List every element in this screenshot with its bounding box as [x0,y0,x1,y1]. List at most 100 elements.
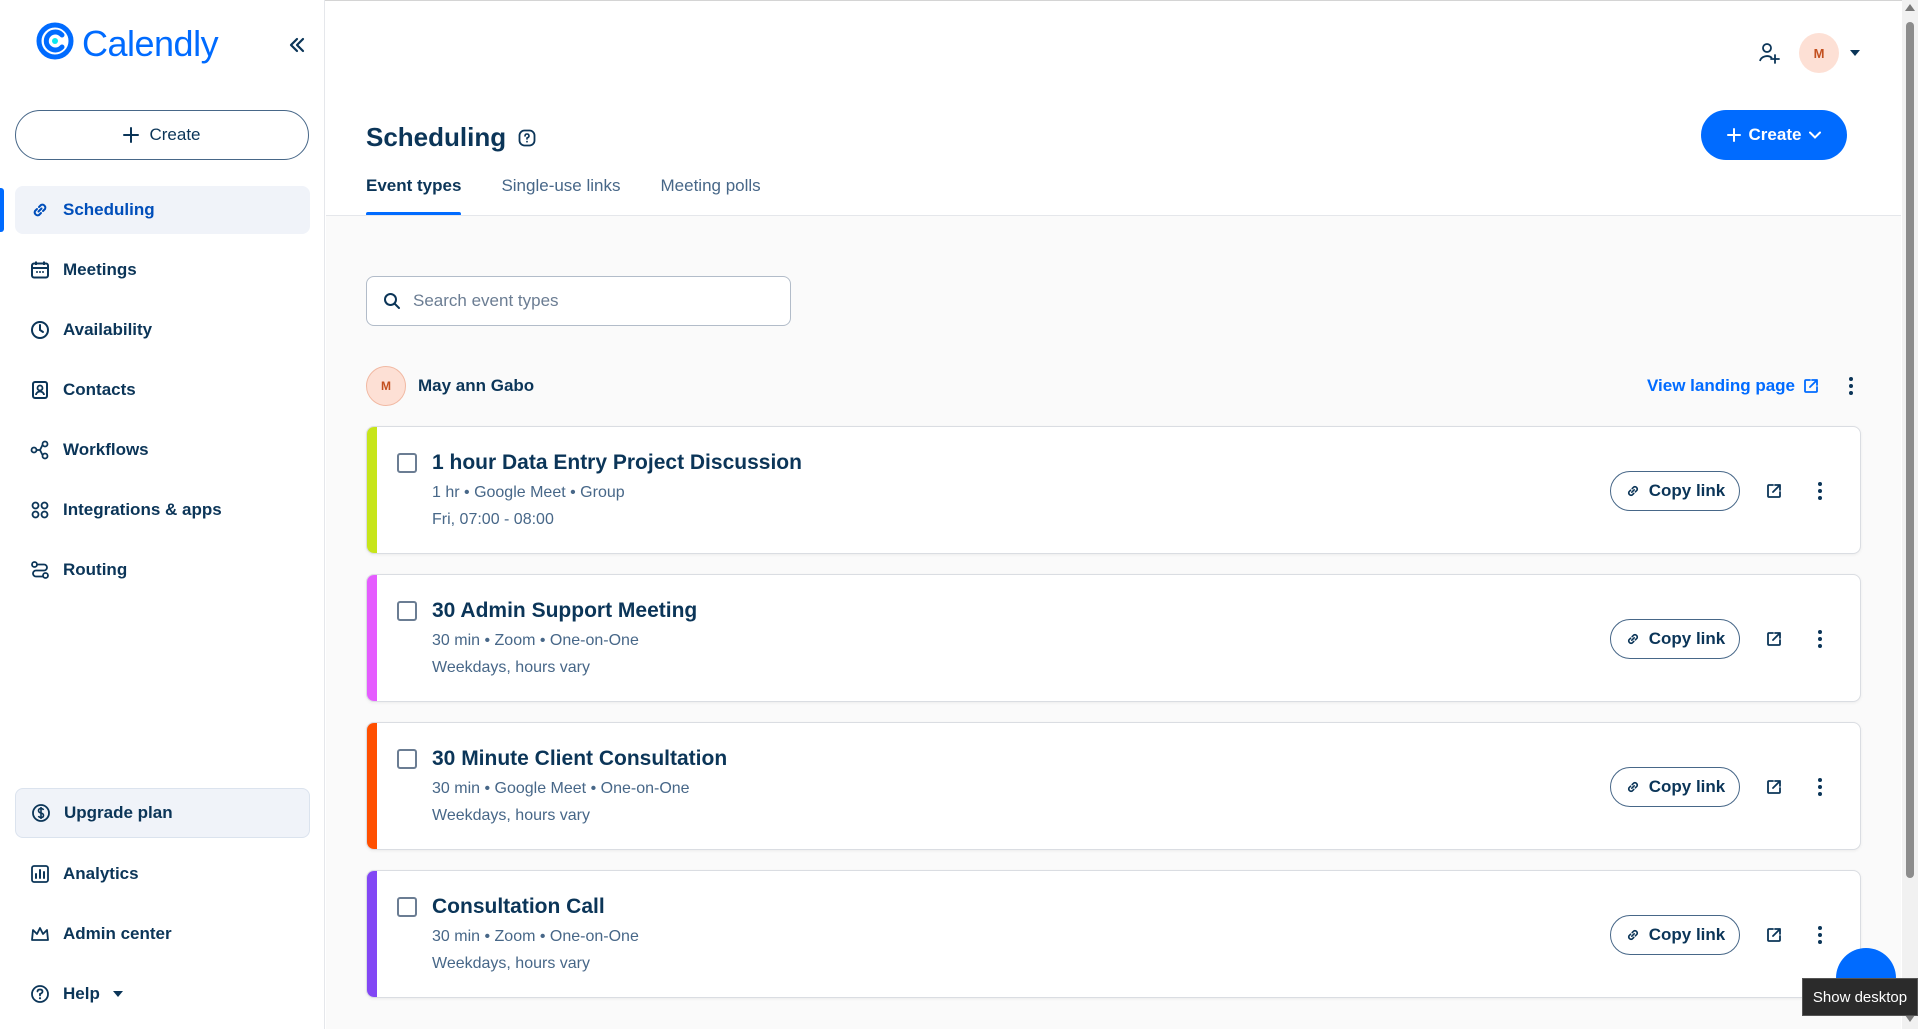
external-link-icon [1767,780,1781,794]
add-user-icon [1759,43,1780,64]
external-link-icon [1767,632,1781,646]
sidebar-item-availability[interactable]: Availability [15,306,310,354]
sidebar-bottom: Upgrade plan Analytics Admin center Help [0,788,325,1029]
view-landing-page-label: View landing page [1647,376,1795,395]
caret-down-icon[interactable] [1849,49,1861,57]
event-actions: Copy link [1610,471,1832,511]
collapse-sidebar-button[interactable] [282,30,312,60]
open-event-button[interactable] [1762,923,1786,947]
owner-avatar: M [366,366,406,406]
event-type-card[interactable]: 1 hour Data Entry Project Discussion 1 h… [366,426,1861,554]
link-icon [1627,781,1638,793]
grid-icon [29,499,51,521]
tab-meeting-polls[interactable]: Meeting polls [661,174,761,216]
sidebar: Calendly Create Scheduling Meetings Avai… [0,0,325,1029]
owner-name: May ann Gabo [418,376,535,395]
event-select-checkbox[interactable] [397,453,417,473]
kebab-menu-icon [1818,630,1822,648]
event-type-card[interactable]: 30 Admin Support Meeting 30 min • Zoom •… [366,574,1861,702]
event-more-button[interactable] [1808,923,1832,947]
event-meta: 1 hr • Google Meet • Group [432,484,625,501]
calendly-logo[interactable]: Calendly [36,22,219,65]
event-meta: 30 min • Google Meet • One-on-One [432,780,690,797]
scroll-down-arrow-icon[interactable] [1905,1015,1915,1022]
main-content: M Scheduling Create Event types Single-u… [326,0,1901,1029]
link-icon [1627,485,1638,497]
open-event-button[interactable] [1762,479,1786,503]
show-desktop-tooltip: Show desktop [1802,978,1918,1016]
event-type-card[interactable]: 30 Minute Client Consultation 30 min • G… [366,722,1861,850]
event-actions: Copy link [1610,619,1832,659]
event-schedule: Weekdays, hours vary [432,955,590,972]
view-landing-page-link[interactable]: View landing page [1647,376,1819,396]
event-title[interactable]: Consultation Call [432,895,605,919]
event-title[interactable]: 30 Admin Support Meeting [432,599,697,623]
sidebar-item-routing[interactable]: Routing [15,546,310,594]
event-more-button[interactable] [1808,775,1832,799]
owner-more-button[interactable] [1841,377,1861,395]
calendly-logo-icon [36,22,74,65]
external-link-icon [1804,379,1818,393]
sidebar-item-analytics[interactable]: Analytics [15,850,310,898]
event-color-stripe [367,723,377,849]
sidebar-item-admin-center[interactable]: Admin center [15,910,310,958]
event-meta: 30 min • Zoom • One-on-One [432,632,639,649]
double-chevron-left-icon [289,37,305,53]
open-event-button[interactable] [1762,627,1786,651]
upgrade-plan-label: Upgrade plan [64,803,173,822]
copy-link-button[interactable]: Copy link [1610,915,1740,955]
event-select-checkbox[interactable] [397,749,417,769]
event-type-card[interactable]: Consultation Call 30 min • Zoom • One-on… [366,870,1861,998]
create-button-label: Create [1748,125,1802,144]
page-scrollbar[interactable] [1902,0,1918,1029]
sidebar-item-label: Scheduling [63,200,155,219]
event-schedule: Fri, 07:00 - 08:00 [432,511,554,528]
sidebar-item-meetings[interactable]: Meetings [15,246,310,294]
event-more-button[interactable] [1808,479,1832,503]
copy-link-label: Copy link [1648,629,1726,648]
sidebar-nav: Scheduling Meetings Availability Contact… [0,186,325,606]
event-color-stripe [367,575,377,701]
copy-link-button[interactable]: Copy link [1610,767,1740,807]
tab-single-use-links[interactable]: Single-use links [501,174,620,216]
event-title[interactable]: 30 Minute Client Consultation [432,747,727,771]
link-icon [1627,929,1638,941]
event-select-checkbox[interactable] [397,897,417,917]
sidebar-item-help[interactable]: Help [15,970,310,1018]
invite-user-button[interactable] [1757,41,1781,65]
sidebar-item-scheduling[interactable]: Scheduling [0,186,310,234]
copy-link-label: Copy link [1648,925,1726,944]
event-type-list: 1 hour Data Entry Project Discussion 1 h… [366,426,1861,1018]
contact-book-icon [29,379,51,401]
scroll-thumb[interactable] [1906,22,1914,878]
search-input[interactable] [413,291,773,311]
sidebar-item-integrations[interactable]: Integrations & apps [15,486,310,534]
copy-link-button[interactable]: Copy link [1610,619,1740,659]
event-color-stripe [367,427,377,553]
open-event-button[interactable] [1762,775,1786,799]
sidebar-create-button[interactable]: Create [15,110,309,160]
event-more-button[interactable] [1808,627,1832,651]
link-icon [29,199,51,221]
user-avatar[interactable]: M [1799,33,1839,73]
tab-event-types[interactable]: Event types [366,174,462,216]
event-actions: Copy link [1610,915,1832,955]
kebab-menu-icon [1818,926,1822,944]
help-square-icon[interactable] [518,129,536,147]
copy-link-button[interactable]: Copy link [1610,471,1740,511]
search-box[interactable] [366,276,791,326]
crown-icon [29,923,51,945]
event-select-checkbox[interactable] [397,601,417,621]
upgrade-plan-button[interactable]: Upgrade plan [15,788,310,838]
event-title[interactable]: 1 hour Data Entry Project Discussion [432,451,802,475]
event-color-stripe [367,871,377,997]
create-button[interactable]: Create [1701,110,1847,160]
sidebar-item-label: Availability [63,320,153,339]
sidebar-item-contacts[interactable]: Contacts [15,366,310,414]
chevron-down-icon [1809,131,1822,139]
sidebar-item-label: Integrations & apps [63,500,222,519]
scroll-up-arrow-icon[interactable] [1905,4,1915,11]
event-actions: Copy link [1610,767,1832,807]
owner-row: M May ann Gabo View landing page [366,366,1861,406]
sidebar-item-workflows[interactable]: Workflows [15,426,310,474]
